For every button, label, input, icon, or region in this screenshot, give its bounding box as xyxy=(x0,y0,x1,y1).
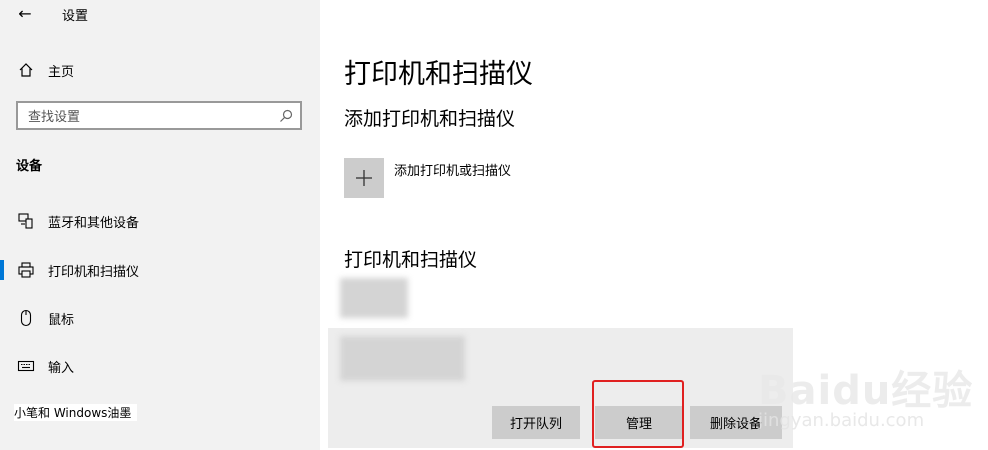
add-section-title: 添加打印机和扫描仪 xyxy=(344,108,516,130)
watermark: Baidu经验 jingyan.baidu.com xyxy=(758,350,978,440)
home-icon xyxy=(16,60,36,80)
mouse-icon xyxy=(16,308,36,328)
search-icon[interactable] xyxy=(278,108,294,124)
blurred-device-name xyxy=(340,336,465,381)
watermark-logo: Baidu经验 xyxy=(758,368,974,414)
printer-icon xyxy=(16,260,36,280)
sidebar-item-label: 蓝牙和其他设备 xyxy=(48,215,140,231)
page-title: 打印机和扫描仪 xyxy=(344,59,533,90)
search-input[interactable] xyxy=(26,107,270,127)
sidebar-item-printers[interactable]: 打印机和扫描仪 xyxy=(0,252,320,288)
add-device-label[interactable]: 添加打印机或扫描仪 xyxy=(394,160,511,179)
sidebar-item-bluetooth[interactable]: 蓝牙和其他设备 xyxy=(0,203,320,239)
printer-list-title: 打印机和扫描仪 xyxy=(344,249,478,271)
highlight-box xyxy=(592,380,684,448)
plus-icon xyxy=(356,170,372,186)
sidebar: ← 设置 主页 设备 蓝牙和其他设备 打印机和扫描仪 鼠标 xyxy=(0,0,320,450)
sidebar-item-mouse[interactable]: 鼠标 xyxy=(0,300,320,336)
back-arrow-icon[interactable]: ← xyxy=(14,2,36,24)
main-content: 打印机和扫描仪 添加打印机和扫描仪 添加打印机或扫描仪 打印机和扫描仪 打开队列… xyxy=(320,0,988,450)
sidebar-item-input[interactable]: 输入 xyxy=(0,348,320,384)
nav-home-label: 主页 xyxy=(48,64,75,80)
sidebar-item-pen-ink[interactable]: 小笔和 Windows油墨 xyxy=(14,404,138,421)
add-device-button[interactable] xyxy=(344,158,384,198)
window-title: 设置 xyxy=(62,9,89,24)
open-queue-button[interactable]: 打开队列 xyxy=(492,406,580,439)
search-box[interactable] xyxy=(16,101,302,130)
sidebar-item-label: 鼠标 xyxy=(48,312,75,328)
sidebar-item-label: 打印机和扫描仪 xyxy=(48,264,140,280)
blurred-printer-item[interactable] xyxy=(340,278,408,318)
section-header-devices: 设备 xyxy=(16,159,43,174)
watermark-url: jingyan.baidu.com xyxy=(758,410,925,431)
sidebar-item-label: 输入 xyxy=(48,360,75,376)
keyboard-icon xyxy=(16,356,36,376)
bluetooth-devices-icon xyxy=(16,211,36,231)
nav-home[interactable]: 主页 xyxy=(0,52,320,88)
